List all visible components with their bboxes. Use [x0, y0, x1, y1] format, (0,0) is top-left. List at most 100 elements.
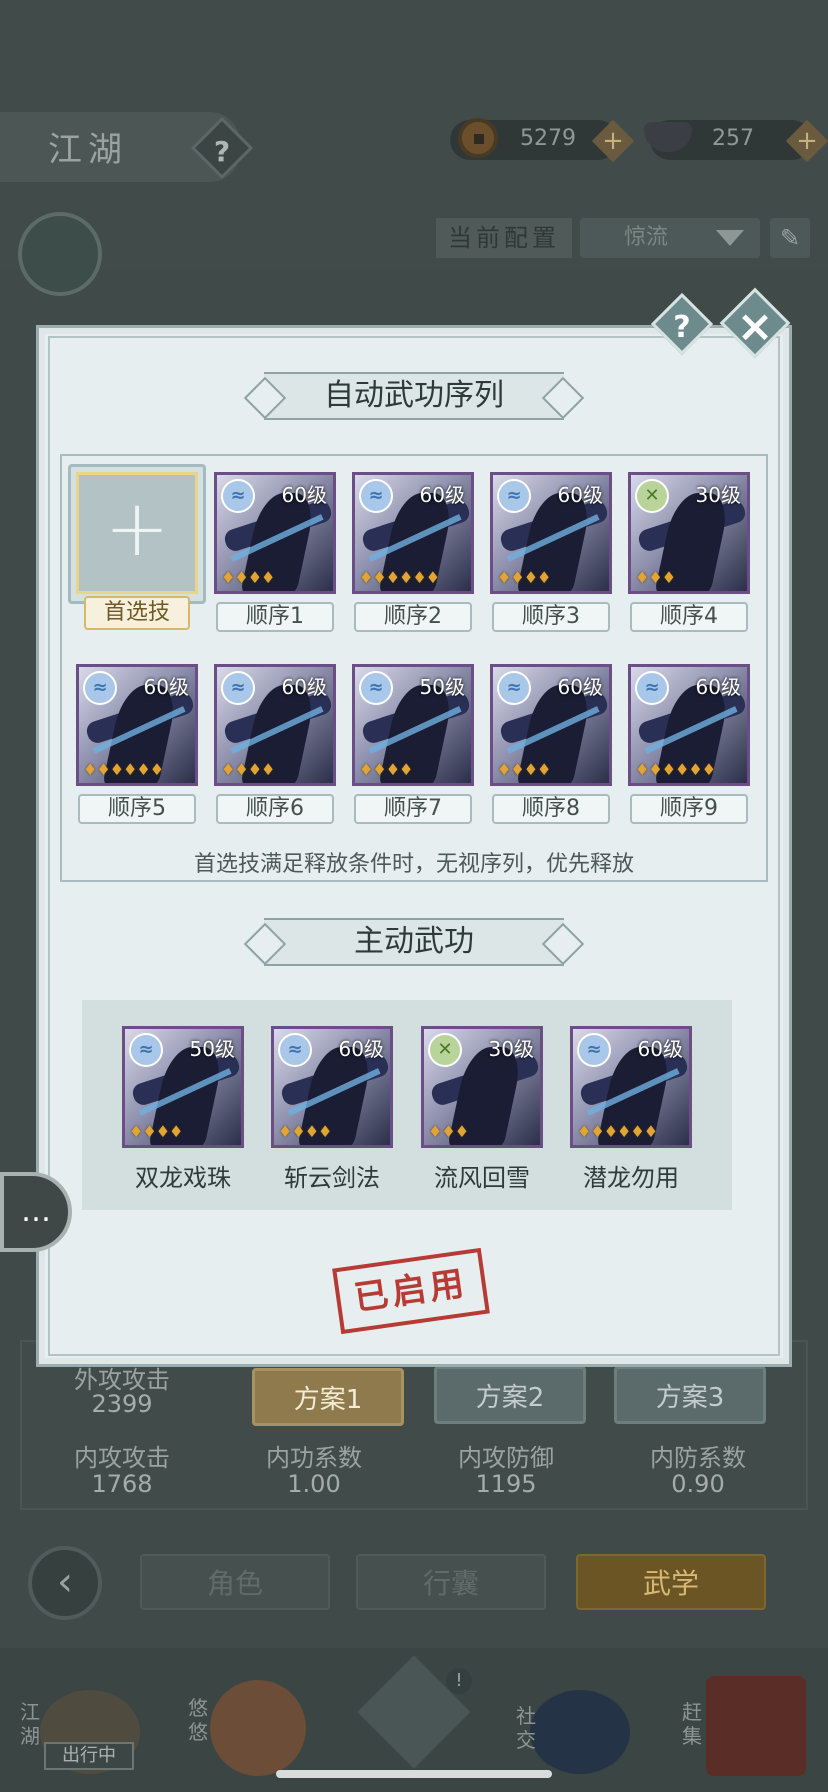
skill-card-order-5[interactable]: ≈ 60级 ♦♦♦♦♦♦ — [76, 664, 198, 786]
skill-card-order-1[interactable]: ≈ 60级 ♦♦♦♦ — [214, 472, 336, 594]
active-skill-card[interactable]: ≈ 60级 ♦♦♦♦ — [271, 1026, 393, 1148]
order-label: 顺序5 — [78, 794, 196, 824]
tab-martial-arts[interactable]: 武学 — [576, 1554, 766, 1610]
youyou-dock-icon[interactable] — [210, 1680, 306, 1776]
add-copper-button[interactable]: + — [591, 119, 635, 163]
order-label: 顺序7 — [354, 794, 472, 824]
plan-3-button[interactable]: 方案3 — [614, 1366, 766, 1424]
edit-config-button[interactable]: ✎ — [770, 218, 810, 258]
skill-level: 60级 — [637, 1037, 683, 1061]
skill-level: 30级 — [695, 483, 741, 507]
skill-card-order-6[interactable]: ≈ 60级 ♦♦♦♦ — [214, 664, 336, 786]
preferred-skill-label: 首选技 — [84, 596, 190, 630]
order-label: 顺序3 — [492, 602, 610, 632]
wind-element-icon: ✕ — [428, 1033, 462, 1067]
skill-level: 60级 — [557, 483, 603, 507]
skill-card-order-9[interactable]: ≈ 60级 ♦♦♦♦♦♦ — [628, 664, 750, 786]
stat-label: 内攻防御 — [458, 1444, 554, 1472]
water-element-icon: ≈ — [129, 1033, 163, 1067]
flame-rank-icons: ♦♦♦♦ — [221, 760, 275, 779]
sequence-hint: 首选技满足释放条件时，无视序列，优先释放 — [193, 852, 634, 877]
skill-level: 60级 — [281, 675, 327, 699]
stat-value: 1.00 — [287, 1470, 341, 1498]
skill-level: 30级 — [488, 1037, 534, 1061]
plus-icon: + — [602, 126, 624, 156]
modal-help-button[interactable]: ? — [650, 292, 714, 356]
question-icon: ? — [673, 310, 691, 346]
active-skill-name: 流风回雪 — [434, 1164, 530, 1192]
skill-level: 50级 — [419, 675, 465, 699]
close-button[interactable]: × — [719, 287, 791, 359]
flame-rank-icons: ♦♦♦♦ — [278, 1122, 332, 1141]
flame-rank-icons: ♦♦♦♦ — [497, 760, 551, 779]
tab-inventory[interactable]: 行囊 — [356, 1554, 546, 1610]
order-label: 顺序2 — [354, 602, 472, 632]
dock-label: 悠悠 — [188, 1696, 208, 1744]
lotus-emblem-icon — [18, 212, 102, 296]
skill-card-order-8[interactable]: ≈ 60级 ♦♦♦♦ — [490, 664, 612, 786]
question-icon: ? — [213, 135, 231, 169]
plan-2-button[interactable]: 方案2 — [434, 1366, 586, 1424]
water-element-icon: ≈ — [83, 671, 117, 705]
back-button[interactable]: ‹ — [28, 1546, 102, 1620]
travel-badge: 出行中 — [44, 1742, 134, 1770]
sequence-title: 自动武功序列 — [264, 372, 564, 420]
skill-card-order-4[interactable]: ✕ 30级 ♦♦♦ — [628, 472, 750, 594]
skill-level: 50级 — [189, 1037, 235, 1061]
skill-level: 60级 — [338, 1037, 384, 1061]
flame-rank-icons: ♦♦♦♦♦♦ — [577, 1122, 658, 1141]
active-skill-name: 双龙戏珠 — [135, 1164, 231, 1192]
active-skill-card[interactable]: ≈ 50级 ♦♦♦♦ — [122, 1026, 244, 1148]
skill-card-order-2[interactable]: ≈ 60级 ♦♦♦♦♦♦ — [352, 472, 474, 594]
chevron-down-icon — [716, 230, 744, 246]
plan-1-button[interactable]: 方案1 — [252, 1368, 404, 1426]
water-element-icon: ≈ — [635, 671, 669, 705]
chat-bubble-icon: … — [21, 1194, 51, 1229]
skill-card-order-3[interactable]: ≈ 60级 ♦♦♦♦ — [490, 472, 612, 594]
active-skill-card[interactable]: ≈ 60级 ♦♦♦♦♦♦ — [570, 1026, 692, 1148]
page-title: 江湖 — [48, 130, 128, 170]
stat-value: 1768 — [91, 1470, 153, 1498]
water-element-icon: ≈ — [278, 1033, 312, 1067]
config-select-value: 惊流 — [624, 225, 669, 250]
active-skill-card[interactable]: ✕ 30级 ♦♦♦ — [421, 1026, 543, 1148]
active-skill-name: 潜龙勿用 — [583, 1164, 679, 1192]
stat-value: 2399 — [91, 1390, 153, 1418]
order-label: 顺序4 — [630, 602, 748, 632]
active-skills-title: 主动武功 — [264, 918, 564, 966]
skill-card-order-7[interactable]: ≈ 50级 ♦♦♦♦ — [352, 664, 474, 786]
stat-label: 内功系数 — [266, 1444, 362, 1472]
dock-label: 社交 — [516, 1704, 536, 1752]
market-basket-icon[interactable] — [706, 1676, 806, 1776]
order-label: 顺序6 — [216, 794, 334, 824]
flame-rank-icons: ♦♦♦♦ — [497, 568, 551, 587]
flame-rank-icons: ♦♦♦♦♦♦ — [359, 568, 440, 587]
copper-value: 5279 — [520, 126, 576, 151]
pencil-icon: ✎ — [779, 224, 801, 252]
flame-rank-icons: ♦♦♦♦♦♦ — [83, 760, 164, 779]
order-label: 顺序8 — [492, 794, 610, 824]
plus-icon: + — [796, 126, 818, 156]
stat-label: 内防系数 — [650, 1444, 746, 1472]
active-skill-name: 斩云剑法 — [284, 1164, 380, 1192]
order-label: 顺序9 — [630, 794, 748, 824]
stat-label: 内攻攻击 — [74, 1444, 170, 1472]
flame-rank-icons: ♦♦♦♦♦♦ — [635, 760, 716, 779]
tab-character[interactable]: 角色 — [140, 1554, 330, 1610]
plus-icon: + — [104, 484, 170, 574]
silver-value: 257 — [712, 126, 754, 151]
skill-level: 60级 — [557, 675, 603, 699]
skill-level: 60级 — [143, 675, 189, 699]
home-indicator — [276, 1770, 552, 1778]
water-element-icon: ≈ — [497, 479, 531, 513]
social-dock-icon[interactable] — [530, 1690, 630, 1774]
add-silver-button[interactable]: + — [785, 119, 828, 163]
flame-rank-icons: ♦♦♦ — [428, 1122, 469, 1141]
flame-rank-icons: ♦♦♦♦ — [129, 1122, 183, 1141]
config-select[interactable]: 惊流 — [580, 218, 760, 258]
order-label: 顺序1 — [216, 602, 334, 632]
wind-element-icon: ✕ — [635, 479, 669, 513]
copper-coin-icon — [458, 118, 498, 158]
skill-level: 60级 — [419, 483, 465, 507]
water-element-icon: ≈ — [221, 479, 255, 513]
